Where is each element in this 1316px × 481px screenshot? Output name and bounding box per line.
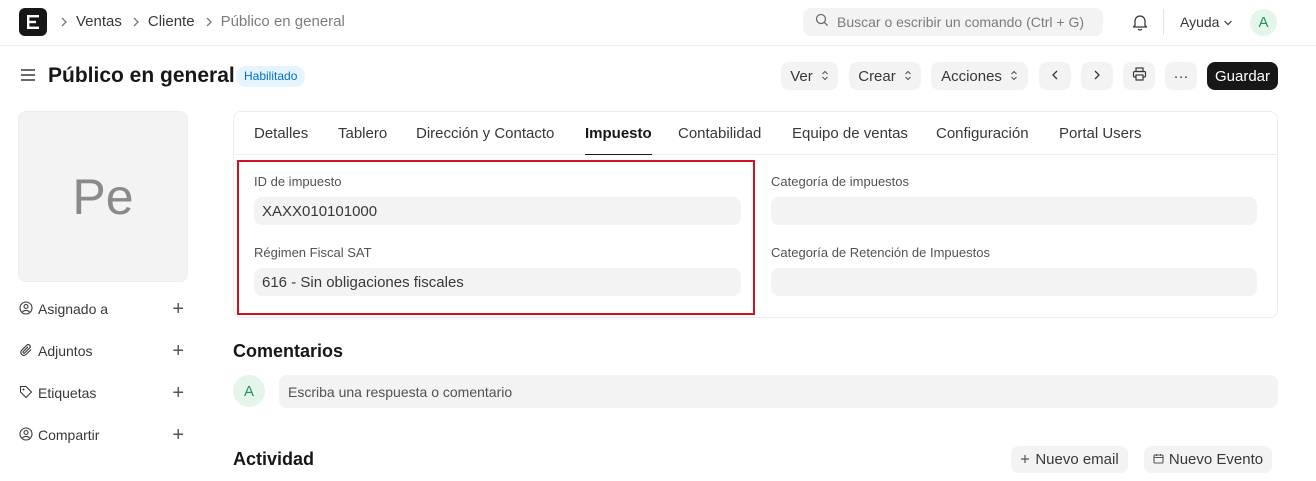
more-options-button[interactable]: ··· xyxy=(1165,62,1197,90)
next-record-button[interactable] xyxy=(1081,62,1113,90)
tab-settings[interactable]: Configuración xyxy=(936,125,1029,155)
tab-tax[interactable]: Impuesto xyxy=(585,125,652,155)
comment-avatar: A xyxy=(233,375,265,407)
tab-sales-team[interactable]: Equipo de ventas xyxy=(792,125,908,155)
page-title: Público en general xyxy=(48,64,235,87)
create-button-label: Crear xyxy=(858,67,896,85)
actions-button-label: Acciones xyxy=(941,67,1002,85)
new-event-button[interactable]: Nuevo Evento xyxy=(1144,446,1272,473)
chevron-right-icon xyxy=(1093,68,1101,85)
actions-button[interactable]: Acciones xyxy=(931,62,1028,90)
view-button[interactable]: Ver xyxy=(781,62,838,90)
menu-icon[interactable] xyxy=(20,68,36,87)
new-email-label: Nuevo email xyxy=(1035,451,1119,468)
withholding-category-label: Categoría de Retención de Impuestos xyxy=(771,245,990,260)
sidebar-item-attachments[interactable]: Adjuntos + xyxy=(19,341,184,361)
calendar-icon xyxy=(1153,451,1164,468)
sidebar-item-tags[interactable]: Etiquetas + xyxy=(19,383,184,403)
sidebar-item-label: Compartir xyxy=(38,427,100,443)
add-icon[interactable]: + xyxy=(172,383,184,403)
paperclip-icon xyxy=(19,343,33,360)
view-button-label: Ver xyxy=(790,67,813,85)
search-icon xyxy=(815,13,829,32)
share-user-icon xyxy=(19,426,33,444)
customer-image-placeholder[interactable]: Pe xyxy=(18,111,188,282)
sidebar-item-label: Adjuntos xyxy=(38,343,93,359)
save-button[interactable]: Guardar xyxy=(1207,62,1278,90)
sidebar-item-label: Etiquetas xyxy=(38,385,97,401)
user-avatar[interactable]: A xyxy=(1250,9,1277,36)
chevron-right-icon xyxy=(132,16,140,28)
breadcrumb-ventas[interactable]: Ventas xyxy=(76,13,122,30)
add-icon[interactable]: + xyxy=(172,425,184,445)
tab-details[interactable]: Detalles xyxy=(254,125,308,155)
breadcrumb: Ventas Cliente Público en general xyxy=(60,13,355,30)
tab-dashboard[interactable]: Tablero xyxy=(338,125,387,155)
updown-caret-icon xyxy=(904,68,912,85)
tag-icon xyxy=(19,385,33,402)
comments-title: Comentarios xyxy=(233,341,344,361)
more-icon: ··· xyxy=(1173,67,1189,85)
tax-category-label: Categoría de impuestos xyxy=(771,174,910,189)
chevron-left-icon xyxy=(1051,68,1059,85)
add-icon[interactable]: + xyxy=(172,341,184,361)
add-icon[interactable]: + xyxy=(172,299,184,319)
breadcrumb-cliente[interactable]: Cliente xyxy=(148,13,195,30)
save-button-label: Guardar xyxy=(1214,67,1271,85)
help-label: Ayuda xyxy=(1180,14,1220,30)
status-badge: Habilitado xyxy=(236,66,306,87)
logo-e-icon xyxy=(27,15,39,29)
tax-id-label: ID de impuesto xyxy=(254,174,342,189)
tab-bar: Detalles Tablero Dirección y Contacto Im… xyxy=(234,112,1277,155)
help-menu[interactable]: Ayuda xyxy=(1180,14,1233,30)
search-input[interactable] xyxy=(837,14,1097,30)
withholding-category-field[interactable] xyxy=(771,268,1257,296)
comment-input[interactable]: Escriba una respuesta o comentario xyxy=(279,375,1278,408)
chevron-down-icon xyxy=(1223,14,1233,30)
tax-id-field[interactable]: XAXX010101000 xyxy=(254,197,741,225)
activity-title: Actividad xyxy=(233,449,315,469)
chevron-right-icon xyxy=(60,16,68,28)
bell-icon[interactable] xyxy=(1132,13,1148,36)
sidebar-item-assigned-to[interactable]: Asignado a + xyxy=(19,299,184,319)
previous-record-button[interactable] xyxy=(1039,62,1071,90)
chevron-right-icon xyxy=(205,16,213,28)
sidebar-item-share[interactable]: Compartir + xyxy=(19,425,184,445)
fiscal-regime-field[interactable]: 616 - Sin obligaciones fiscales xyxy=(254,268,741,296)
breadcrumb-current[interactable]: Público en general xyxy=(221,13,345,30)
fiscal-regime-label: Régimen Fiscal SAT xyxy=(254,245,372,260)
search-bar[interactable] xyxy=(803,8,1103,36)
tab-address-contact[interactable]: Dirección y Contacto xyxy=(416,125,554,155)
create-button[interactable]: Crear xyxy=(849,62,921,90)
user-plus-icon xyxy=(19,300,33,318)
printer-icon xyxy=(1132,67,1147,85)
tab-accounting[interactable]: Contabilidad xyxy=(678,125,761,155)
print-button[interactable] xyxy=(1123,62,1155,90)
sidebar-item-label: Asignado a xyxy=(38,301,109,317)
app-logo[interactable] xyxy=(19,8,47,36)
updown-caret-icon xyxy=(821,68,829,85)
tab-portal-users[interactable]: Portal Users xyxy=(1059,125,1142,155)
new-event-label: Nuevo Evento xyxy=(1168,451,1264,468)
navbar: Ventas Cliente Público en general Ayuda … xyxy=(0,0,1316,46)
navbar-divider xyxy=(1163,9,1164,35)
tax-category-field[interactable] xyxy=(771,197,1257,225)
new-email-button[interactable]: Nuevo email xyxy=(1011,446,1128,473)
updown-caret-icon xyxy=(1010,68,1018,85)
plus-icon xyxy=(1020,451,1030,468)
